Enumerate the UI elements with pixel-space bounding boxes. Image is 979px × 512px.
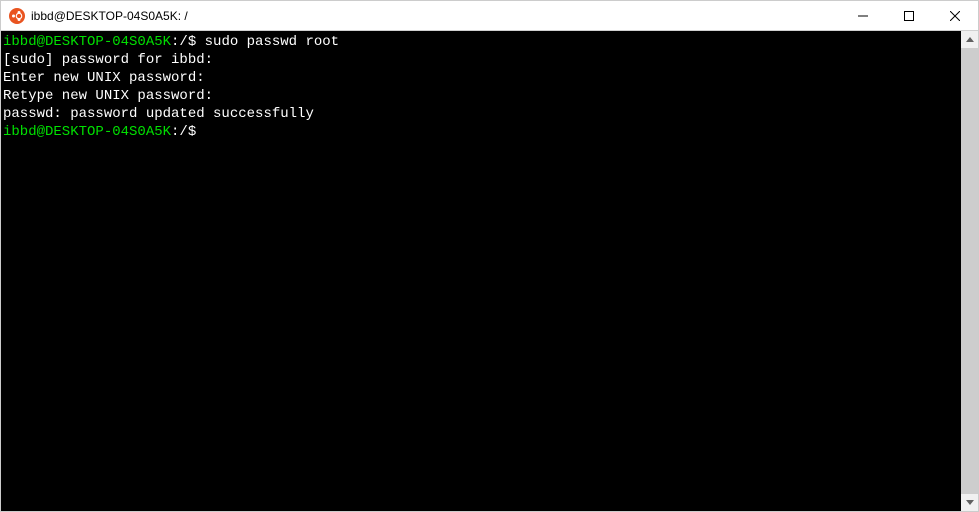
ubuntu-icon <box>9 8 25 24</box>
minimize-button[interactable] <box>840 1 886 30</box>
terminal-output: Retype new UNIX password: <box>3 88 213 104</box>
command-text: sudo passwd root <box>205 34 339 50</box>
prompt-user-host: ibbd@DESKTOP-04S0A5K <box>3 124 171 140</box>
terminal-output: Enter new UNIX password: <box>3 70 205 86</box>
close-button[interactable] <box>932 1 978 30</box>
window-title: ibbd@DESKTOP-04S0A5K: / <box>31 9 840 23</box>
scroll-track[interactable] <box>961 48 978 494</box>
prompt-user-host: ibbd@DESKTOP-04S0A5K <box>3 34 171 50</box>
window-controls <box>840 1 978 30</box>
scroll-down-arrow[interactable] <box>961 494 978 511</box>
vertical-scrollbar[interactable] <box>961 31 978 511</box>
terminal-output: [sudo] password for ibbd: <box>3 52 213 68</box>
scroll-thumb[interactable] <box>961 48 978 494</box>
scroll-up-arrow[interactable] <box>961 31 978 48</box>
prompt-path: :/$ <box>171 124 205 140</box>
terminal-container: ibbd@DESKTOP-04S0A5K:/$ sudo passwd root… <box>1 31 978 511</box>
terminal[interactable]: ibbd@DESKTOP-04S0A5K:/$ sudo passwd root… <box>1 31 961 511</box>
window-titlebar: ibbd@DESKTOP-04S0A5K: / <box>1 1 978 31</box>
maximize-button[interactable] <box>886 1 932 30</box>
terminal-output: passwd: password updated successfully <box>3 106 314 122</box>
prompt-path: :/$ <box>171 34 205 50</box>
